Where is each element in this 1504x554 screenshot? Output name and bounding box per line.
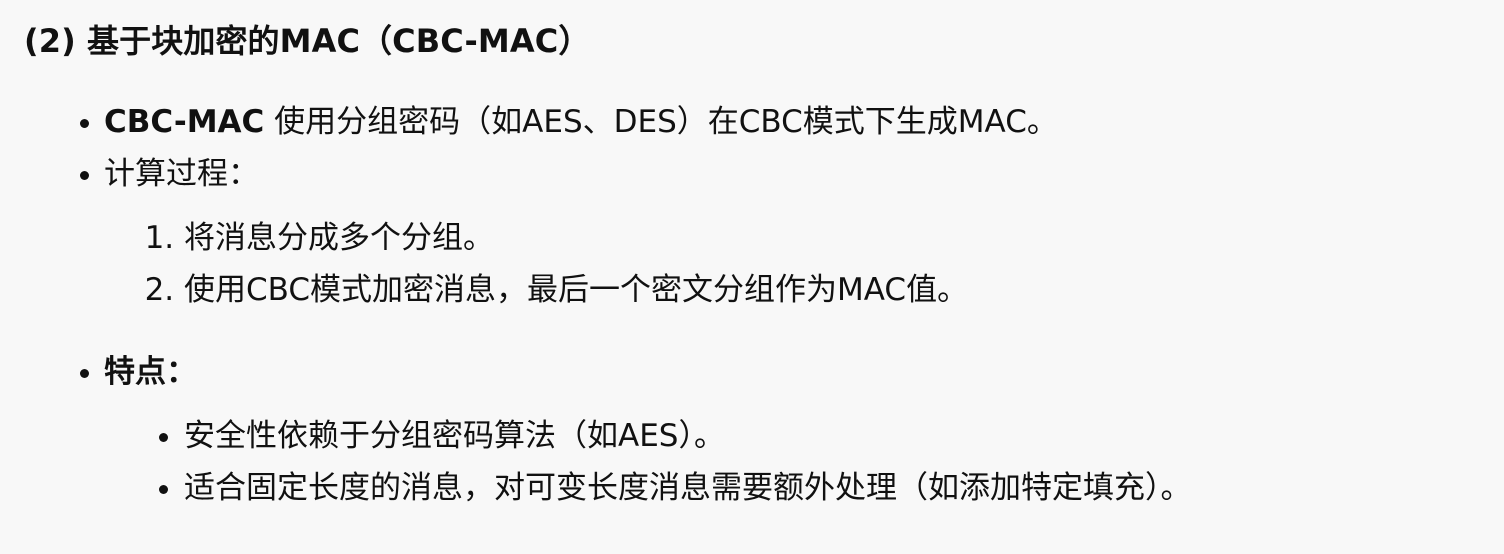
cbc-mac-term: CBC-MAC [104, 104, 265, 140]
calculation-steps-list: 将消息分成多个分组。 使用CBC模式加密消息，最后一个密文分组作为MAC值。 [104, 212, 1480, 316]
bullet-calculation-process: 计算过程： 将消息分成多个分组。 使用CBC模式加密消息，最后一个密文分组作为M… [104, 148, 1480, 316]
main-bullet-list: CBC-MAC 使用分组密码（如AES、DES）在CBC模式下生成MAC。 计算… [24, 96, 1480, 514]
features-list: 安全性依赖于分组密码算法（如AES）。 适合固定长度的消息，对可变长度消息需要额… [104, 410, 1480, 514]
document-content: (2) 基于块加密的MAC（CBC-MAC） CBC-MAC 使用分组密码（如A… [0, 0, 1504, 514]
section-heading: (2) 基于块加密的MAC（CBC-MAC） [24, 22, 591, 60]
calculation-step: 使用CBC模式加密消息，最后一个密文分组作为MAC值。 [184, 264, 1480, 316]
calculation-step: 将消息分成多个分组。 [184, 212, 1480, 264]
calculation-process-label: 计算过程： [104, 156, 259, 192]
bullet-cbc-mac: CBC-MAC 使用分组密码（如AES、DES）在CBC模式下生成MAC。 [104, 96, 1480, 148]
bullet-features: 特点： 安全性依赖于分组密码算法（如AES）。 适合固定长度的消息，对可变长度消… [104, 346, 1480, 514]
cbc-mac-description: 使用分组密码（如AES、DES）在CBC模式下生成MAC。 [264, 104, 1058, 140]
feature-item: 适合固定长度的消息，对可变长度消息需要额外处理（如添加特定填充）。 [184, 462, 1480, 514]
features-label: 特点： [104, 354, 197, 390]
feature-item: 安全性依赖于分组密码算法（如AES）。 [184, 410, 1480, 462]
